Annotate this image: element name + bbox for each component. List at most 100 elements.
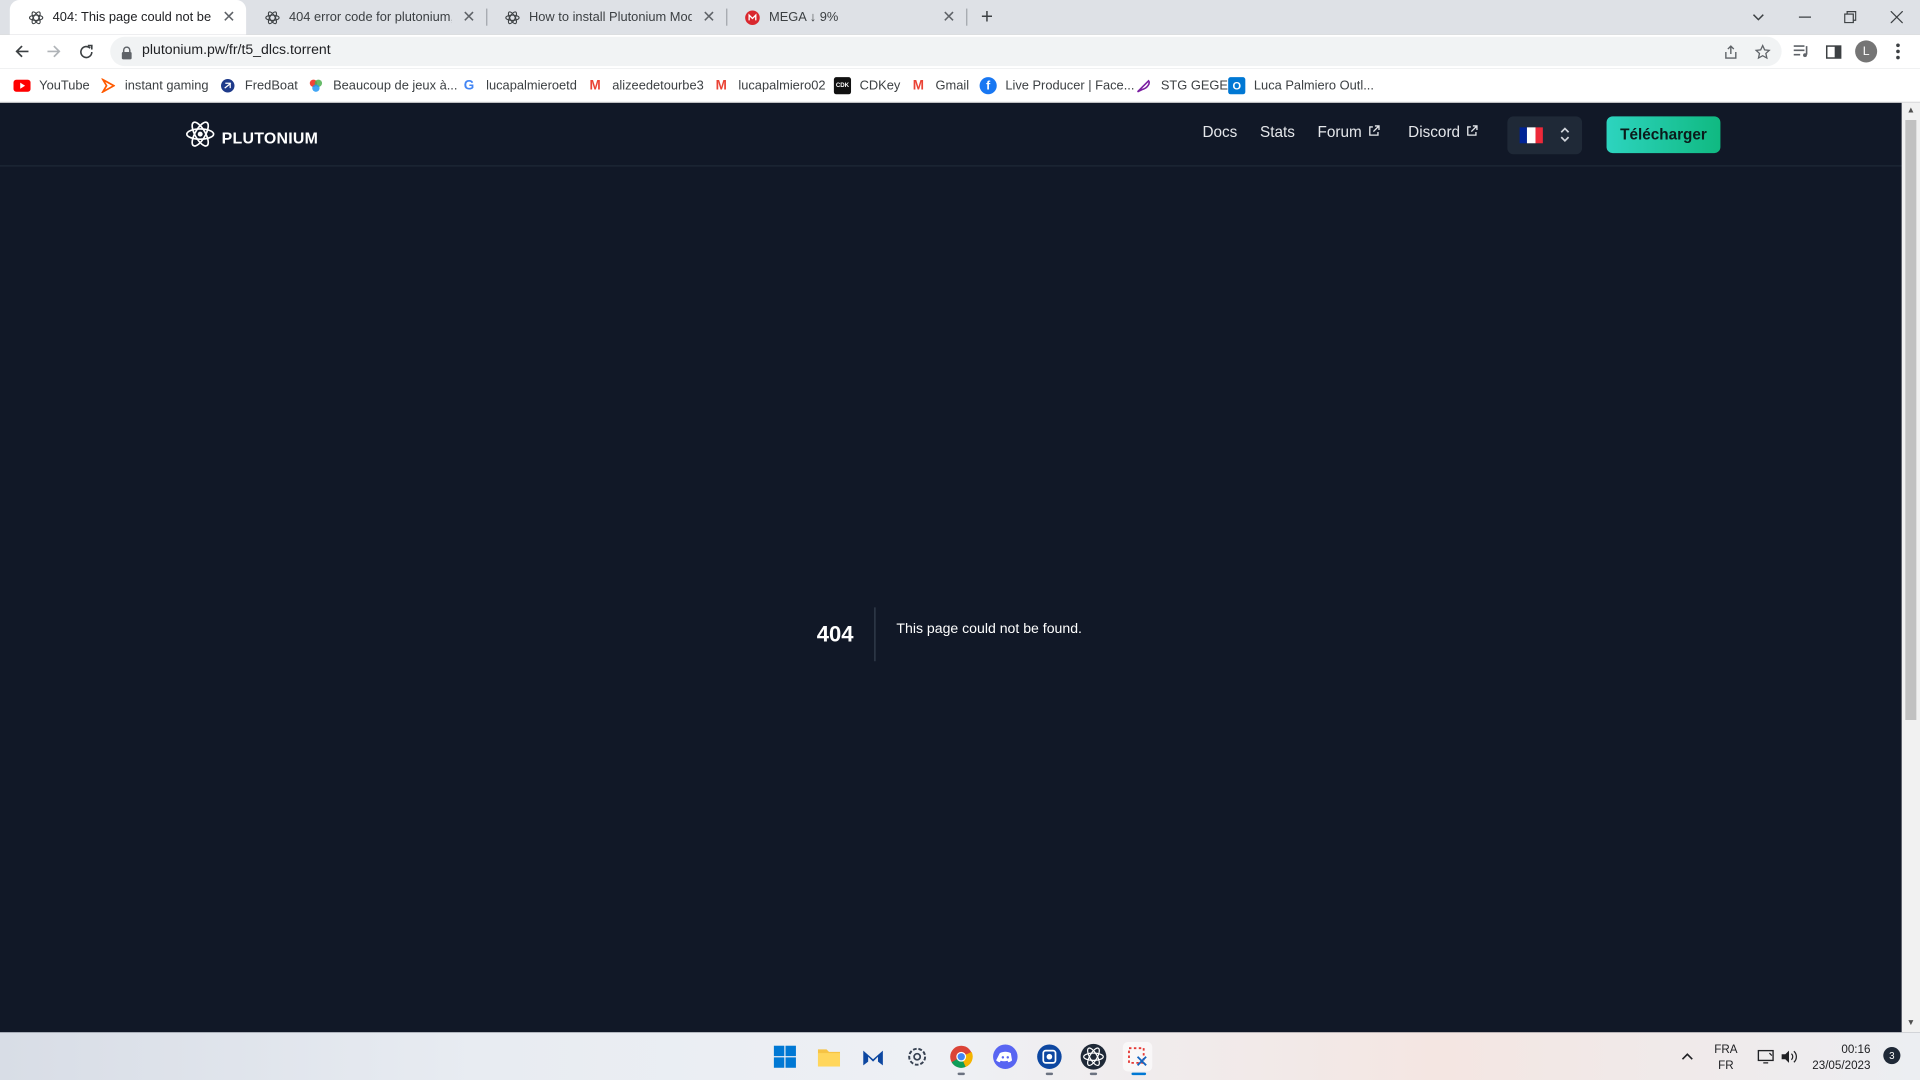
outlook-icon: O xyxy=(1228,77,1246,95)
close-icon[interactable]: ✕ xyxy=(699,7,719,27)
tab-search-button[interactable] xyxy=(1735,0,1782,34)
brand-name: PLUTONIUM xyxy=(221,127,319,147)
bookmark-label: STG GEGE xyxy=(1160,78,1228,94)
plutonium-atom-icon xyxy=(185,119,216,156)
scroll-down-arrow[interactable]: ▼ xyxy=(1905,1018,1916,1029)
tab-title: How to install Plutonium Mod - F xyxy=(528,9,692,25)
bookmark-lucapalmieroetd[interactable]: G lucapalmieroetd xyxy=(460,76,577,96)
bookmark-label: Gmail xyxy=(935,78,970,94)
bookmark-youtube[interactable]: YouTube xyxy=(13,76,90,96)
nav-discord-link[interactable]: Discord xyxy=(1408,123,1479,141)
error-block: 404 This page could not be found. xyxy=(817,607,1082,662)
active-indicator xyxy=(1131,1072,1147,1076)
bookmark-label: FredBoat xyxy=(244,78,298,94)
bookmark-outlook[interactable]: O Luca Palmiero Outl... xyxy=(1228,76,1374,96)
clock[interactable]: 00:16 23/05/2023 xyxy=(1812,1042,1870,1074)
chevron-up-icon[interactable] xyxy=(1675,1042,1699,1071)
new-tab-button[interactable]: + xyxy=(975,5,999,29)
clock-time: 00:16 xyxy=(1841,1043,1871,1057)
bookmark-fredboat[interactable]: FredBoat xyxy=(219,76,298,96)
tab-mega[interactable]: MEGA ↓ 9% ✕ xyxy=(726,0,966,34)
running-indicator xyxy=(1089,1072,1098,1076)
site-navbar: PLUTONIUM Docs Stats Forum Discord Téléc… xyxy=(0,103,1902,167)
bookmark-label: Beaucoup de jeux à... xyxy=(333,78,458,94)
side-panel-icon[interactable] xyxy=(1821,39,1845,63)
bookmark-label: lucapalmiero02 xyxy=(738,78,826,94)
reload-button[interactable] xyxy=(73,39,97,63)
plutonium-app-icon[interactable] xyxy=(1079,1042,1108,1071)
bookmark-beaucoup-de-jeux[interactable]: Beaucoup de jeux à... xyxy=(307,76,457,96)
download-button[interactable]: Télécharger xyxy=(1606,116,1721,154)
restore-button[interactable] xyxy=(1827,0,1874,34)
tab-title: 404 error code for plutonium, i d xyxy=(288,9,452,25)
bookmark-instant-gaming[interactable]: instant gaming xyxy=(99,76,209,96)
bookmarks-bar: YouTube instant gaming FredBoat Beaucoup… xyxy=(0,68,1920,103)
address-bar[interactable]: plutonium.pw/fr/t5_dlcs.torrent xyxy=(110,36,1782,67)
chrome-icon[interactable] xyxy=(947,1042,976,1071)
discord-icon[interactable] xyxy=(991,1042,1020,1071)
nav-discord-label: Discord xyxy=(1408,123,1461,141)
bookmark-stg-gege[interactable]: STG GEGE xyxy=(1135,76,1228,96)
running-indicator xyxy=(957,1072,965,1076)
clock-date: 23/05/2023 xyxy=(1812,1059,1871,1073)
bookmark-label: lucapalmieroetd xyxy=(486,78,577,94)
volume-icon[interactable] xyxy=(1777,1042,1801,1071)
bookmark-cdkey[interactable]: CDK CDKey xyxy=(833,76,901,96)
bookmark-alizeedetourbe3[interactable]: M alizeedetourbe3 xyxy=(587,76,704,96)
back-button[interactable] xyxy=(10,39,34,63)
france-flag-icon xyxy=(1519,127,1543,144)
notification-badge[interactable]: 3 xyxy=(1883,1046,1901,1065)
site-logo[interactable]: PLUTONIUM xyxy=(185,119,318,156)
bookmark-star-icon[interactable] xyxy=(1751,40,1773,62)
malwarebytes-icon[interactable] xyxy=(858,1042,887,1071)
tab-strip: 404: This page could not be foun ✕ 404 e… xyxy=(0,0,1920,35)
bookmark-live-producer[interactable]: f Live Producer | Face... xyxy=(979,76,1134,96)
chevron-up-down-icon xyxy=(1559,126,1571,149)
close-icon[interactable]: ✕ xyxy=(939,7,959,27)
external-link-icon xyxy=(1368,124,1380,141)
snipping-tool-icon[interactable] xyxy=(1122,1042,1153,1072)
nav-stats-link[interactable]: Stats xyxy=(1260,124,1295,141)
input-language[interactable]: FRA FR xyxy=(1714,1042,1737,1074)
bookmark-gmail[interactable]: M Gmail xyxy=(910,76,969,96)
minimize-button[interactable] xyxy=(1782,0,1829,34)
gmail-icon: M xyxy=(715,78,727,94)
close-icon[interactable]: ✕ xyxy=(459,7,479,27)
bookmark-lucapalmiero02[interactable]: M lucapalmiero02 xyxy=(713,76,826,96)
bookmark-label: instant gaming xyxy=(124,78,209,94)
scrollbar-thumb[interactable] xyxy=(1905,120,1917,721)
url-text: plutonium.pw/fr/t5_dlcs.torrent xyxy=(142,42,331,58)
nav-forum-link[interactable]: Forum xyxy=(1318,124,1381,141)
windows-start-icon[interactable] xyxy=(770,1042,799,1071)
forward-button[interactable] xyxy=(42,39,66,63)
profile-avatar[interactable]: L xyxy=(1855,40,1878,63)
feather-icon xyxy=(1135,77,1152,94)
close-window-button[interactable] xyxy=(1873,0,1920,34)
bookmark-label: YouTube xyxy=(39,78,90,94)
scroll-up-arrow[interactable]: ▲ xyxy=(1905,105,1916,116)
lang-bottom: FR xyxy=(1718,1059,1734,1073)
page-scrollbar[interactable]: ▲ ▼ xyxy=(1901,102,1920,1033)
nav-docs-link[interactable]: Docs xyxy=(1202,124,1237,141)
menu-kebab-icon[interactable] xyxy=(1886,39,1910,63)
bookmark-label: CDKey xyxy=(859,78,901,94)
lock-icon[interactable] xyxy=(121,44,132,66)
lang-top: FRA xyxy=(1714,1043,1738,1057)
plutonium-atom-icon xyxy=(27,9,44,26)
browser-toolbar: plutonium.pw/fr/t5_dlcs.torrent L xyxy=(0,34,1920,69)
settings-gear-icon[interactable] xyxy=(902,1042,931,1071)
share-icon[interactable] xyxy=(1719,40,1741,62)
network-icon[interactable] xyxy=(1753,1042,1777,1071)
language-selector[interactable] xyxy=(1507,116,1583,155)
close-icon[interactable]: ✕ xyxy=(219,7,239,27)
cdkey-icon: CDK xyxy=(833,77,852,95)
media-control-icon[interactable] xyxy=(1789,39,1813,63)
plutonium-atom-icon xyxy=(503,9,520,26)
mega-icon xyxy=(743,9,760,26)
tab-404[interactable]: 404: This page could not be foun ✕ xyxy=(9,0,247,35)
tab-install-plutonium[interactable]: How to install Plutonium Mod - F ✕ xyxy=(486,0,726,34)
app-blue-icon[interactable] xyxy=(1035,1042,1064,1071)
tab-404-error-code[interactable]: 404 error code for plutonium, i d ✕ xyxy=(246,0,486,34)
bookmark-label: alizeedetourbe3 xyxy=(612,78,704,94)
file-explorer-icon[interactable] xyxy=(814,1042,843,1071)
